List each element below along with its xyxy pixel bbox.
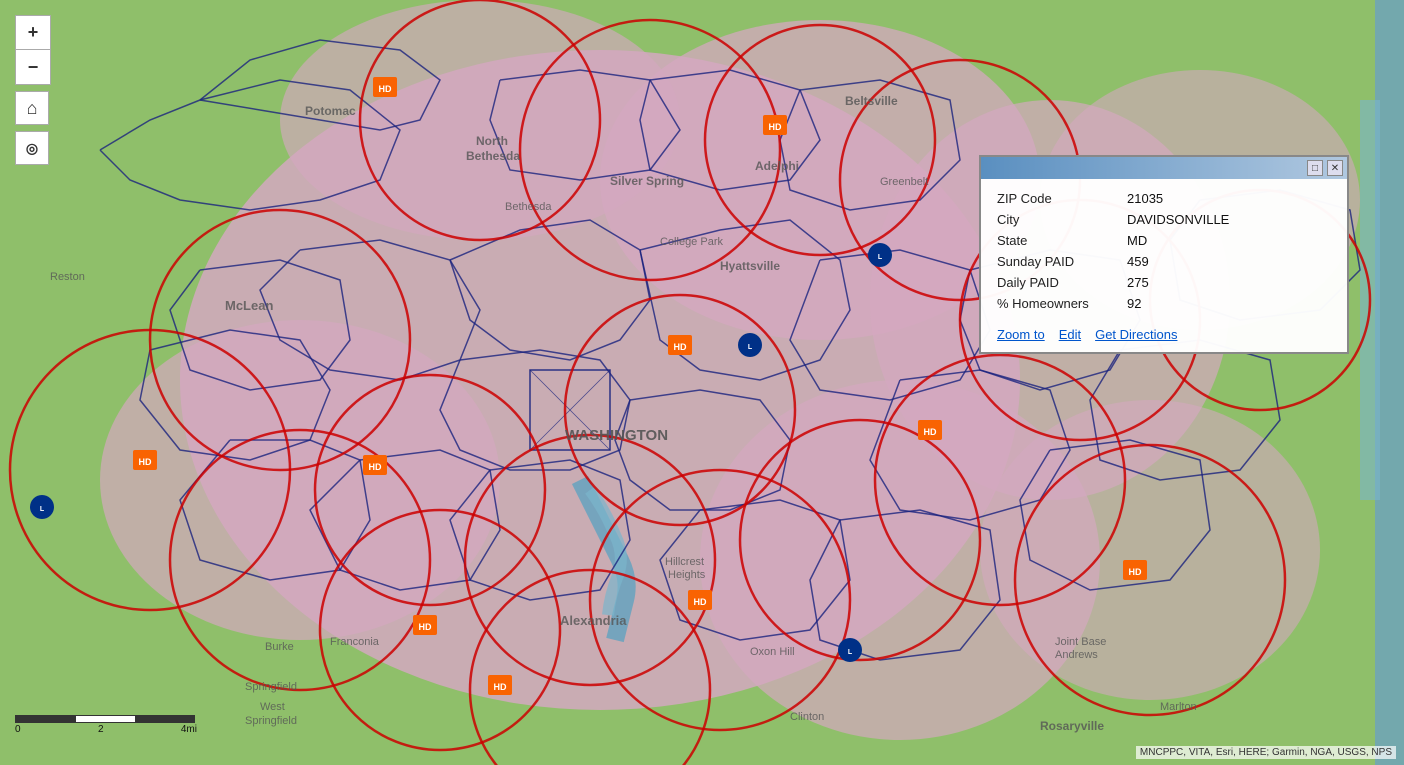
svg-text:HD: HD bbox=[694, 597, 707, 607]
svg-text:HD: HD bbox=[494, 682, 507, 692]
svg-text:Adelphi: Adelphi bbox=[755, 159, 799, 173]
home-button[interactable]: ⌂ bbox=[15, 91, 49, 125]
state-row: State MD bbox=[997, 233, 1331, 248]
homeowners-value: 92 bbox=[1127, 296, 1141, 311]
popup-close-button[interactable]: ✕ bbox=[1327, 160, 1343, 176]
svg-text:HD: HD bbox=[1129, 567, 1142, 577]
svg-text:HD: HD bbox=[139, 457, 152, 467]
svg-text:L: L bbox=[748, 344, 753, 351]
svg-text:L: L bbox=[878, 254, 883, 261]
popup-header: □ ✕ bbox=[981, 157, 1347, 179]
svg-text:HD: HD bbox=[769, 122, 782, 132]
map-container: HD HD HD HD HD HD HD HD bbox=[0, 0, 1404, 765]
scale-segment-2 bbox=[75, 715, 135, 723]
svg-text:HD: HD bbox=[924, 427, 937, 437]
edit-link[interactable]: Edit bbox=[1059, 327, 1081, 342]
svg-text:Heights: Heights bbox=[668, 569, 706, 581]
daily-paid-row: Daily PAID 275 bbox=[997, 275, 1331, 290]
svg-text:WASHINGTON: WASHINGTON bbox=[565, 427, 668, 444]
popup-actions: Zoom to Edit Get Directions bbox=[997, 321, 1331, 342]
svg-text:Hillcrest: Hillcrest bbox=[665, 556, 704, 568]
get-directions-link[interactable]: Get Directions bbox=[1095, 327, 1177, 342]
city-value: DAVIDSONVILLE bbox=[1127, 212, 1229, 227]
city-label: City bbox=[997, 212, 1127, 227]
sunday-paid-value: 459 bbox=[1127, 254, 1149, 269]
svg-text:Potomac: Potomac bbox=[305, 104, 356, 118]
map-controls: + − ⌂ ◎ bbox=[15, 15, 51, 165]
svg-text:Franconia: Franconia bbox=[330, 636, 380, 648]
svg-text:Joint Base: Joint Base bbox=[1055, 636, 1106, 648]
sunday-paid-label: Sunday PAID bbox=[997, 254, 1127, 269]
state-value: MD bbox=[1127, 233, 1147, 248]
svg-text:College Park: College Park bbox=[660, 236, 723, 248]
svg-text:HD: HD bbox=[419, 622, 432, 632]
state-label: State bbox=[997, 233, 1127, 248]
svg-text:Silver Spring: Silver Spring bbox=[610, 174, 684, 188]
svg-text:HD: HD bbox=[369, 462, 382, 472]
scale-label-4: 4mi bbox=[181, 724, 197, 735]
scale-segment-1 bbox=[15, 715, 75, 723]
svg-text:Burke: Burke bbox=[265, 641, 294, 653]
svg-text:West: West bbox=[260, 701, 285, 713]
sunday-paid-row: Sunday PAID 459 bbox=[997, 254, 1331, 269]
city-row: City DAVIDSONVILLE bbox=[997, 212, 1331, 227]
svg-text:Springfield: Springfield bbox=[245, 681, 297, 693]
svg-text:Beltsville: Beltsville bbox=[845, 94, 898, 108]
svg-text:Rosaryville: Rosaryville bbox=[1040, 719, 1104, 733]
zoom-controls: + − bbox=[15, 15, 51, 85]
popup-minimize-button[interactable]: □ bbox=[1307, 160, 1323, 176]
svg-text:Greenbelt: Greenbelt bbox=[880, 176, 928, 188]
svg-text:Oxon Hill: Oxon Hill bbox=[750, 646, 795, 658]
map-attribution: MNCPPC, VITA, Esri, HERE; Garmin, NGA, U… bbox=[1136, 746, 1396, 759]
svg-text:HD: HD bbox=[674, 342, 687, 352]
map-background: HD HD HD HD HD HD HD HD bbox=[0, 0, 1404, 765]
daily-paid-value: 275 bbox=[1127, 275, 1149, 290]
zoom-in-button[interactable]: + bbox=[16, 16, 50, 50]
scale-labels: 0 2 4mi bbox=[15, 724, 197, 735]
scale-bar-ruler bbox=[15, 713, 195, 723]
svg-text:Marlton: Marlton bbox=[1160, 701, 1197, 713]
svg-text:Hyattsville: Hyattsville bbox=[720, 259, 780, 273]
zip-code-value: 21035 bbox=[1127, 191, 1163, 206]
svg-text:Clinton: Clinton bbox=[790, 711, 824, 723]
svg-text:Bethesda: Bethesda bbox=[466, 149, 520, 163]
svg-text:L: L bbox=[40, 506, 45, 513]
scale-bar: 0 2 4mi bbox=[15, 713, 197, 735]
scale-segment-3 bbox=[135, 715, 195, 723]
svg-text:Alexandria: Alexandria bbox=[560, 613, 627, 628]
scale-bar-line: 0 2 4mi bbox=[15, 713, 197, 735]
scale-label-2: 2 bbox=[98, 724, 104, 735]
zip-code-label: ZIP Code bbox=[997, 191, 1127, 206]
scale-label-0: 0 bbox=[15, 724, 21, 735]
info-popup: □ ✕ ZIP Code 21035 City DAVIDSONVILLE St… bbox=[979, 155, 1349, 354]
svg-text:HD: HD bbox=[379, 84, 392, 94]
svg-text:McLean: McLean bbox=[225, 298, 273, 313]
svg-text:Springfield: Springfield bbox=[245, 715, 297, 727]
zoom-to-link[interactable]: Zoom to bbox=[997, 327, 1045, 342]
svg-text:Bethesda: Bethesda bbox=[505, 201, 552, 213]
svg-text:North: North bbox=[476, 134, 508, 148]
locate-button[interactable]: ◎ bbox=[15, 131, 49, 165]
svg-text:L: L bbox=[848, 649, 853, 656]
zip-code-row: ZIP Code 21035 bbox=[997, 191, 1331, 206]
daily-paid-label: Daily PAID bbox=[997, 275, 1127, 290]
svg-text:Andrews: Andrews bbox=[1055, 649, 1098, 661]
homeowners-row: % Homeowners 92 bbox=[997, 296, 1331, 311]
popup-body: ZIP Code 21035 City DAVIDSONVILLE State … bbox=[981, 179, 1347, 352]
zoom-out-button[interactable]: − bbox=[16, 50, 50, 84]
homeowners-label: % Homeowners bbox=[997, 296, 1127, 311]
svg-text:Reston: Reston bbox=[50, 271, 85, 283]
